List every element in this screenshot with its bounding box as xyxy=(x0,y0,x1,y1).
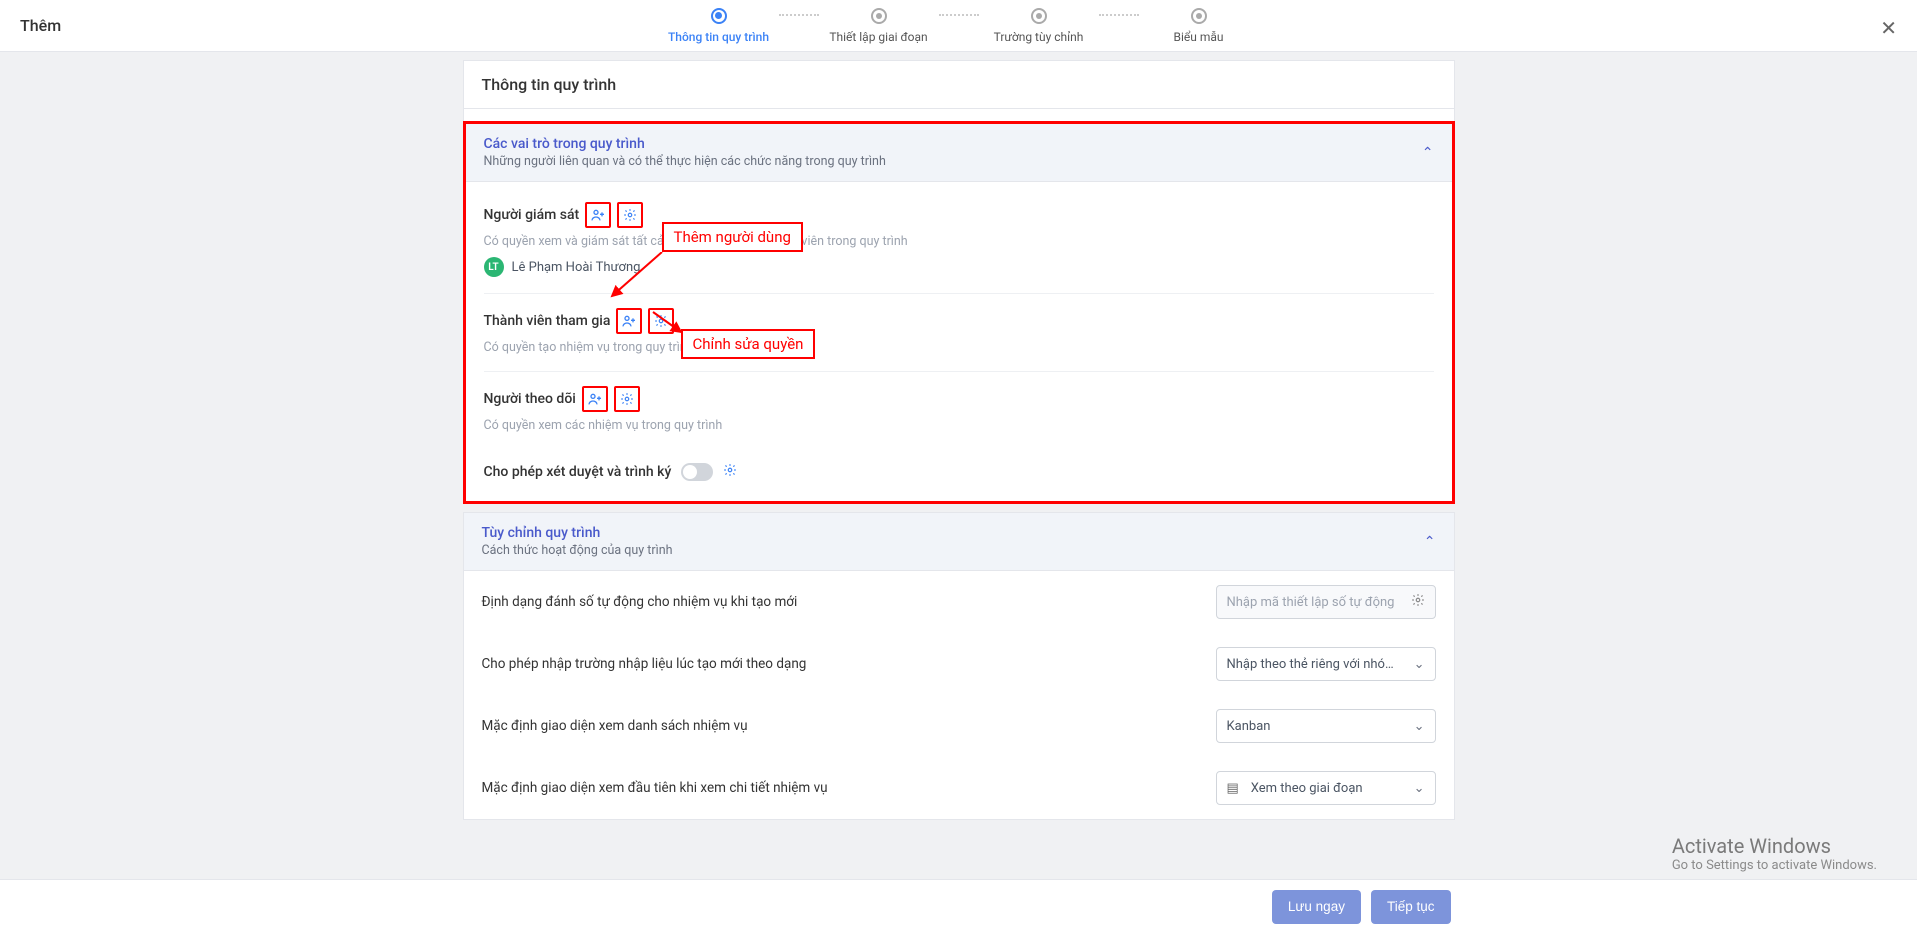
input-mode-select[interactable]: Nhập theo thẻ riêng với nhóm dữ liệ… ⌄ xyxy=(1216,647,1436,681)
roles-panel-title: Các vai trò trong quy trình xyxy=(484,136,886,152)
arrow-edit-perm xyxy=(651,310,685,336)
edit-permissions-button[interactable] xyxy=(617,202,643,228)
step-label: Thiết lập giai đoạn xyxy=(829,30,927,44)
role-member: Thành viên tham gia Có quyền tạo nhiệm v… xyxy=(484,294,1434,372)
customize-panel: Tùy chỉnh quy trình Cách thức hoạt động … xyxy=(463,512,1455,820)
role-name: Thành viên tham gia xyxy=(484,313,611,329)
select-value: Nhập theo thẻ riêng với nhóm dữ liệ… xyxy=(1227,657,1405,672)
customize-panel-title: Tùy chỉnh quy trình xyxy=(482,525,673,541)
annotation-add-user: Thêm người dùng xyxy=(662,222,803,252)
roles-panel-header[interactable]: Các vai trò trong quy trình Những người … xyxy=(466,124,1452,182)
setting-default-list: Mặc định giao diện xem danh sách nhiệm v… xyxy=(464,695,1454,757)
page-title: Thông tin quy trình xyxy=(463,60,1455,109)
gear-icon xyxy=(620,392,634,406)
role-name: Người giám sát xyxy=(484,207,580,223)
roles-panel-subtitle: Những người liên quan và có thể thực hiệ… xyxy=(484,154,886,169)
save-button[interactable]: Lưu ngay xyxy=(1272,890,1361,924)
page: Thông tin quy trình Các vai trò trong qu… xyxy=(463,60,1455,890)
default-list-select[interactable]: Kanban ⌄ xyxy=(1216,709,1436,743)
chevron-down-icon: ⌄ xyxy=(1414,781,1425,796)
annotation-edit-perm: Chỉnh sửa quyền xyxy=(681,329,816,359)
role-desc: Có quyền tạo nhiệm vụ trong quy trình xyxy=(484,340,1434,355)
step-circle-icon xyxy=(1031,8,1047,24)
select-value: Kanban xyxy=(1227,719,1271,734)
role-desc: Có quyền xem và giám sát tất cả nhiệm vụ… xyxy=(484,234,1434,249)
approve-settings-button[interactable] xyxy=(723,463,737,481)
step-label: Thông tin quy trình xyxy=(668,30,769,44)
person-add-icon xyxy=(621,313,637,329)
step-stages[interactable]: Thiết lập giai đoạn xyxy=(819,8,939,44)
step-circle-icon xyxy=(1191,8,1207,24)
step-circle-icon xyxy=(711,8,727,24)
setting-label: Định dạng đánh số tự động cho nhiệm vụ k… xyxy=(482,594,798,610)
modal-header: Thêm Thông tin quy trình Thiết lập giai … xyxy=(0,0,1917,52)
customize-panel-subtitle: Cách thức hoạt động của quy trình xyxy=(482,543,673,558)
step-info[interactable]: Thông tin quy trình xyxy=(659,8,779,44)
setting-default-detail: Mặc định giao diện xem đầu tiên khi xem … xyxy=(464,757,1454,819)
stepper: Thông tin quy trình Thiết lập giai đoạn … xyxy=(659,8,1259,44)
setting-label: Mặc định giao diện xem danh sách nhiệm v… xyxy=(482,718,748,734)
roles-panel-highlight: Các vai trò trong quy trình Những người … xyxy=(463,121,1455,504)
step-label: Trường tùy chỉnh xyxy=(994,30,1084,44)
role-follower: Người theo dõi Có quyền xem các nhiệm vụ… xyxy=(484,372,1434,449)
add-user-button[interactable] xyxy=(582,386,608,412)
role-name: Người theo dõi xyxy=(484,391,576,407)
person-add-icon xyxy=(587,391,603,407)
next-button[interactable]: Tiếp tục xyxy=(1371,890,1451,924)
step-connector xyxy=(779,14,819,16)
gear-icon xyxy=(623,208,637,222)
setting-label: Cho phép nhập trường nhập liệu lúc tạo m… xyxy=(482,656,807,672)
step-custom-fields[interactable]: Trường tùy chỉnh xyxy=(979,8,1099,44)
chevron-up-icon[interactable]: ⌃ xyxy=(1424,534,1436,550)
auto-number-input[interactable]: Nhập mã thiết lập số tự động xyxy=(1216,585,1436,619)
select-value: Xem theo giai đoạn xyxy=(1251,781,1363,796)
approve-toggle-row: Cho phép xét duyệt và trình ký xyxy=(484,449,1434,481)
placeholder: Nhập mã thiết lập số tự động xyxy=(1227,595,1395,610)
chevron-up-icon[interactable]: ⌃ xyxy=(1422,145,1434,161)
edit-permissions-button[interactable] xyxy=(614,386,640,412)
step-label: Biểu mẫu xyxy=(1173,30,1223,44)
approve-toggle[interactable] xyxy=(681,463,713,481)
columns-icon: ▤ xyxy=(1227,781,1239,796)
gear-icon[interactable] xyxy=(1411,593,1425,611)
watermark-line1: Activate Windows xyxy=(1672,834,1877,858)
modal-title: Thêm xyxy=(20,16,61,35)
chevron-down-icon: ⌄ xyxy=(1414,657,1425,672)
step-circle-icon xyxy=(871,8,887,24)
add-user-button[interactable] xyxy=(585,202,611,228)
chevron-down-icon: ⌄ xyxy=(1414,719,1425,734)
add-user-button[interactable] xyxy=(616,308,642,334)
person-add-icon xyxy=(590,207,606,223)
setting-label: Mặc định giao diện xem đầu tiên khi xem … xyxy=(482,780,828,796)
gear-icon xyxy=(723,463,737,477)
card-spacer xyxy=(463,109,1455,121)
close-icon[interactable]: ✕ xyxy=(1880,16,1897,40)
default-detail-select[interactable]: ▤ Xem theo giai đoạn ⌄ xyxy=(1216,771,1436,805)
approve-label: Cho phép xét duyệt và trình ký xyxy=(484,464,672,480)
step-connector xyxy=(939,14,979,16)
customize-panel-header[interactable]: Tùy chỉnh quy trình Cách thức hoạt động … xyxy=(464,513,1454,571)
step-forms[interactable]: Biểu mẫu xyxy=(1139,8,1259,44)
setting-auto-number: Định dạng đánh số tự động cho nhiệm vụ k… xyxy=(464,571,1454,633)
role-desc: Có quyền xem các nhiệm vụ trong quy trìn… xyxy=(484,418,1434,433)
windows-watermark: Activate Windows Go to Settings to activ… xyxy=(1672,834,1877,873)
footer: Lưu ngay Tiếp tục xyxy=(0,879,1917,933)
roles-panel-body: Người giám sát Có quyền xem và giám sát … xyxy=(466,182,1452,501)
avatar: LT xyxy=(484,257,504,277)
step-connector xyxy=(1099,14,1139,16)
setting-input-mode: Cho phép nhập trường nhập liệu lúc tạo m… xyxy=(464,633,1454,695)
watermark-line2: Go to Settings to activate Windows. xyxy=(1672,858,1877,873)
